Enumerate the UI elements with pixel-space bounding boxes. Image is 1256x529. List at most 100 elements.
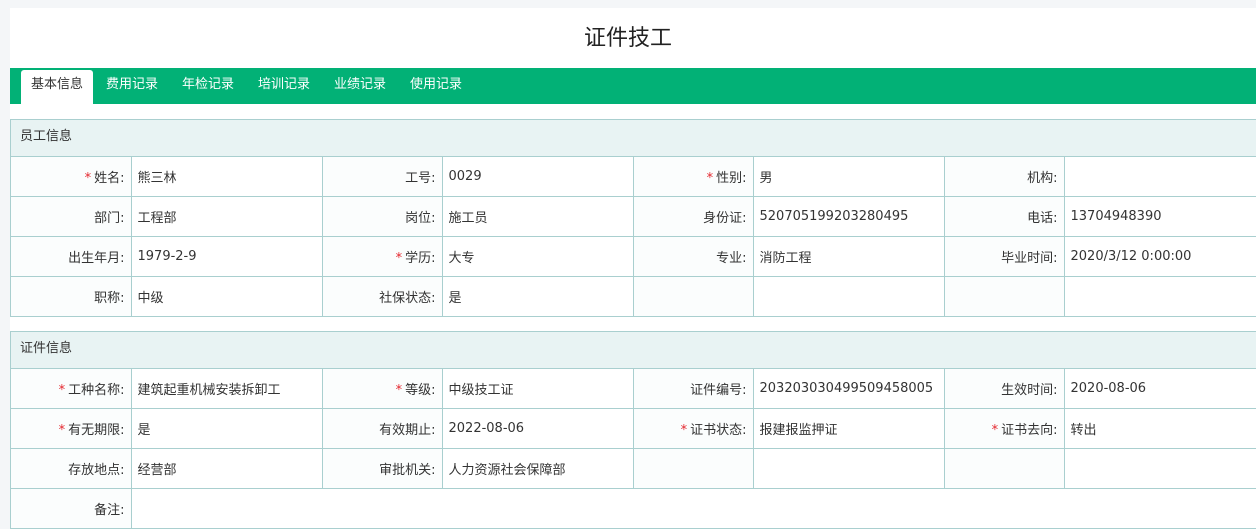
tab-usage-records[interactable]: 使用记录: [402, 70, 470, 104]
form-row: 出生年月: 1979-2-9 * 学历: 大专 专业: 消防工程 毕业时间: 2020/3/12…: [11, 236, 1256, 277]
field-label-text: 机构:: [1027, 171, 1058, 186]
field-label: * 有无期限:: [11, 408, 132, 449]
certificate-info-header: 证件信息: [11, 332, 1256, 369]
field-label-text: 专业:: [716, 251, 747, 266]
field-label: 岗位:: [322, 196, 443, 237]
field-label: 部门:: [11, 196, 132, 237]
field-label-text: 部门:: [94, 211, 125, 226]
field-value: [1064, 276, 1256, 316]
field-value: 熊三林: [131, 157, 323, 197]
form-row: 职称: 中级 社保状态: 是: [11, 276, 1256, 316]
field-label: 生效时间:: [944, 369, 1065, 409]
field-label-text: 工号:: [405, 171, 436, 186]
form-row: * 姓名: 熊三林 工号: 0029 * 性别: 男机构:: [11, 157, 1256, 197]
required-asterisk: *: [706, 171, 714, 186]
field-label: 专业:: [633, 236, 754, 277]
field-label: * 证书状态:: [633, 408, 754, 449]
tab-expense-records[interactable]: 费用记录: [98, 70, 166, 104]
field-label-text: 电话:: [1027, 211, 1058, 226]
field-value: 2020-08-06: [1064, 369, 1256, 409]
form-row: * 有无期限: 是有效期止: 2022-08-06 * 证书状态: 报建报监押证 * 证书去向:…: [11, 408, 1256, 449]
required-asterisk: *: [991, 423, 999, 438]
field-label: * 学历:: [322, 236, 443, 277]
required-asterisk: *: [395, 251, 403, 266]
tab-training-records[interactable]: 培训记录: [250, 70, 318, 104]
field-value: 中级技工证: [442, 369, 634, 409]
remark-row: 备注:: [11, 488, 1256, 528]
form-row: 存放地点: 经营部 审批机关: 人力资源社会保障部: [11, 448, 1256, 489]
field-label-text: 有效期止:: [379, 423, 436, 438]
field-value: 是: [131, 408, 323, 449]
field-value: 2020/3/12 0:00:00: [1064, 236, 1256, 277]
remark-label: 备注:: [11, 488, 132, 528]
field-label-text: 证书状态:: [690, 423, 747, 438]
required-asterisk: *: [680, 423, 688, 438]
field-label: 电话:: [944, 196, 1065, 237]
field-label-text: 学历:: [405, 251, 436, 266]
field-label: * 证书去向:: [944, 408, 1065, 449]
field-value: 是: [442, 276, 634, 316]
field-label-text: 社保状态:: [379, 291, 436, 306]
field-label: 工号:: [322, 157, 443, 197]
field-label: 证件编号:: [633, 369, 754, 409]
field-value: 0029: [442, 157, 634, 197]
tab-bar: 基本信息 费用记录 年检记录 培训记录 业绩记录 使用记录: [10, 68, 1256, 104]
field-value: 消防工程: [753, 236, 945, 277]
field-label-text: 性别:: [716, 171, 747, 186]
field-value: [753, 448, 945, 489]
field-label: 有效期止:: [322, 408, 443, 449]
certificate-info-panel: 证件信息 * 工种名称: 建筑起重机械安装拆卸工 * 等级: 中级技工证 证件编号: 2032…: [10, 331, 1256, 529]
field-label: 出生年月:: [11, 236, 132, 277]
required-asterisk: *: [58, 423, 66, 438]
employee-info-panel: 员工信息 * 姓名: 熊三林 工号: 0029 * 性别: 男机构: 部门: 工程部 岗位: 施工员身…: [10, 119, 1256, 317]
field-value: 工程部: [131, 196, 323, 237]
required-asterisk: *: [58, 383, 66, 398]
tab-annual-inspection-records[interactable]: 年检记录: [174, 70, 242, 104]
employee-info-table: * 姓名: 熊三林 工号: 0029 * 性别: 男机构: 部门: 工程部 岗位: 施工员 身份证: 52…: [11, 157, 1256, 316]
field-value: [1064, 157, 1256, 197]
field-label: 审批机关:: [322, 448, 443, 489]
field-label-text: 有无期限:: [68, 423, 125, 438]
field-label: [944, 448, 1065, 489]
field-value: 建筑起重机械安装拆卸工: [131, 369, 323, 409]
field-value: 2022-08-06: [442, 408, 634, 449]
field-label-text: 出生年月:: [68, 251, 125, 266]
field-value: 报建报监押证: [753, 408, 945, 449]
employee-info-header: 员工信息: [11, 120, 1256, 157]
field-value: 男: [753, 157, 945, 197]
field-label: * 等级:: [322, 369, 443, 409]
field-value: 203203030499509458005: [753, 369, 945, 409]
field-value: 1979-2-9: [131, 236, 323, 277]
page: 证件技工 基本信息 费用记录 年检记录 培训记录 业绩记录 使用记录 员工信息 …: [10, 8, 1256, 529]
field-label: * 姓名:: [11, 157, 132, 197]
field-label: * 性别:: [633, 157, 754, 197]
field-label-text: 岗位:: [405, 211, 436, 226]
field-label: 存放地点:: [11, 448, 132, 489]
field-label: 毕业时间:: [944, 236, 1065, 277]
form-row: 部门: 工程部 岗位: 施工员 身份证: 520705199203280495 电话: 137…: [11, 196, 1256, 237]
field-value: 人力资源社会保障部: [442, 448, 634, 489]
page-title: 证件技工: [583, 26, 672, 51]
tab-basic-info[interactable]: 基本信息: [21, 70, 93, 104]
tab-performance-records[interactable]: 业绩记录: [326, 70, 394, 104]
field-label: 职称:: [11, 276, 132, 316]
field-value: 13704948390: [1064, 196, 1256, 237]
field-label: [633, 276, 754, 316]
field-value: 施工员: [442, 196, 634, 237]
certificate-info-table: * 工种名称: 建筑起重机械安装拆卸工 * 等级: 中级技工证 证件编号: 203203030…: [11, 369, 1256, 528]
field-label: * 工种名称:: [11, 369, 132, 409]
field-value: 大专: [442, 236, 634, 277]
field-label-text: 姓名:: [94, 171, 125, 186]
required-asterisk: *: [84, 171, 92, 186]
field-value: 经营部: [131, 448, 323, 489]
field-label-text: 毕业时间:: [1001, 251, 1058, 266]
field-label: 社保状态:: [322, 276, 443, 316]
field-value: [753, 276, 945, 316]
field-label: [944, 276, 1065, 316]
field-label-text: 证件编号:: [690, 383, 747, 398]
field-label-text: 生效时间:: [1001, 383, 1058, 398]
field-label-text: 职称:: [94, 291, 125, 306]
field-label: 机构:: [944, 157, 1065, 197]
field-label-text: 等级:: [405, 383, 436, 398]
field-value: 转出: [1064, 408, 1256, 449]
